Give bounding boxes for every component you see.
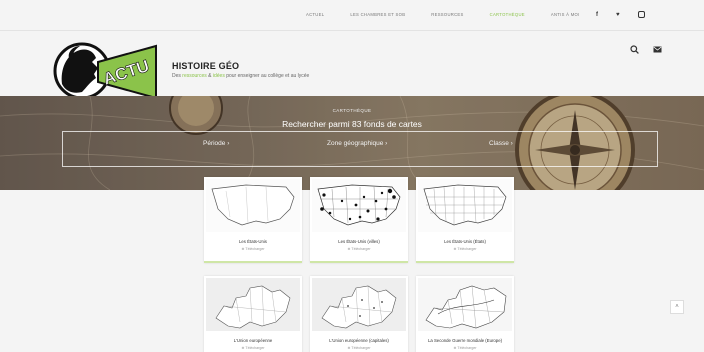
top-nav-links: ACTUEL LES CHAMBRES ET SOB RESSOURCES CA… [306,12,580,17]
map-thumbnail-eu-capitals[interactable] [312,278,406,331]
map-card-title[interactable]: Les États-Unis (États) [416,239,514,244]
header-divider [0,30,704,31]
site-title[interactable]: HISTOIRE GÉO [172,61,309,71]
heart-icon[interactable]: ♥ [616,12,620,18]
map-card-title[interactable]: L'Union européenne (capitales) [310,338,408,343]
filter-period[interactable]: Période › [203,140,229,147]
nav-link-cartotheque[interactable]: CARTOTHÈQUE [490,12,525,17]
mail-icon[interactable] [653,46,662,53]
map-thumbnail-eu[interactable] [206,278,300,331]
map-card-title[interactable]: Les États-Unis (villes) [310,239,408,244]
download-link[interactable]: ⊕ Télécharger [416,346,514,350]
social-links: f ♥ [596,11,645,18]
download-link[interactable]: ⊕ Télécharger [204,247,302,251]
filter-class[interactable]: Classe › [489,140,513,147]
map-card-title[interactable]: L'Union européenne [204,338,302,343]
hero-kicker: CARTOTHÈQUE [332,108,372,113]
search-icon[interactable] [630,45,639,54]
nav-link-actuel[interactable]: ACTUEL [306,12,324,17]
tagline-idees: idées [212,73,225,79]
back-to-top-button[interactable]: ˄ [670,300,684,314]
download-link[interactable]: ⊕ Télécharger [204,346,302,350]
download-link[interactable]: ⊕ Télécharger [310,247,408,251]
map-card-eu-capitals[interactable]: L'Union européenne (capitales) ⊕ Télécha… [310,276,408,352]
nav-link-ressources[interactable]: RESSOURCES [431,12,463,17]
filter-zone[interactable]: Zone géographique › [327,140,387,147]
map-thumbnail-usa[interactable] [206,179,300,232]
instagram-icon[interactable] [637,11,645,18]
map-card-usa-cities[interactable]: Les États-Unis (villes) ⊕ Télécharger [310,177,408,263]
map-thumbnail-usa-cities[interactable] [312,179,406,232]
page: ACTUEL LES CHAMBRES ET SOB RESSOURCES CA… [0,0,704,352]
map-card-usa[interactable]: Les États-Unis ⊕ Télécharger [204,177,302,263]
download-link[interactable]: ⊕ Télécharger [310,346,408,350]
map-card-usa-states[interactable]: Les États-Unis (États) ⊕ Télécharger [416,177,514,263]
hero-headline: Rechercher parmi 83 fonds de cartes [282,119,422,129]
filter-bar: Période › Zone géographique › Classe › [62,131,658,167]
map-thumbnail-ww2-europe[interactable] [418,278,512,331]
map-card-ww2-europe[interactable]: La Seconde Guerre mondiale (Europe) ⊕ Té… [416,276,514,352]
site-logo[interactable]: ACTU [52,40,160,102]
top-nav: ACTUEL LES CHAMBRES ET SOB RESSOURCES CA… [0,11,704,26]
header-icons [630,45,662,54]
tagline-post: pour enseigner au collège et au lycée [224,73,310,79]
facebook-icon[interactable]: f [596,12,598,18]
tagline-ressources: ressources [182,73,207,79]
brand-block: HISTOIRE GÉO Des ressources & idées pour… [172,61,309,79]
site-tagline: Des ressources & idées pour enseigner au… [172,73,309,79]
download-link[interactable]: ⊕ Télécharger [416,247,514,251]
nav-link-chambres[interactable]: LES CHAMBRES ET SOB [350,12,405,17]
nav-link-antis[interactable]: ANTIS À MOI [551,12,580,17]
map-thumbnail-usa-states[interactable] [418,179,512,232]
map-card-eu[interactable]: L'Union européenne ⊕ Télécharger [204,276,302,352]
map-card-title[interactable]: Les États-Unis [204,239,302,244]
map-card-title[interactable]: La Seconde Guerre mondiale (Europe) [416,338,514,343]
hero-banner: CARTOTHÈQUE Rechercher parmi 83 fonds de… [0,96,704,190]
chevron-up-icon: ˄ [675,304,679,310]
tagline-pre: Des [172,73,183,79]
